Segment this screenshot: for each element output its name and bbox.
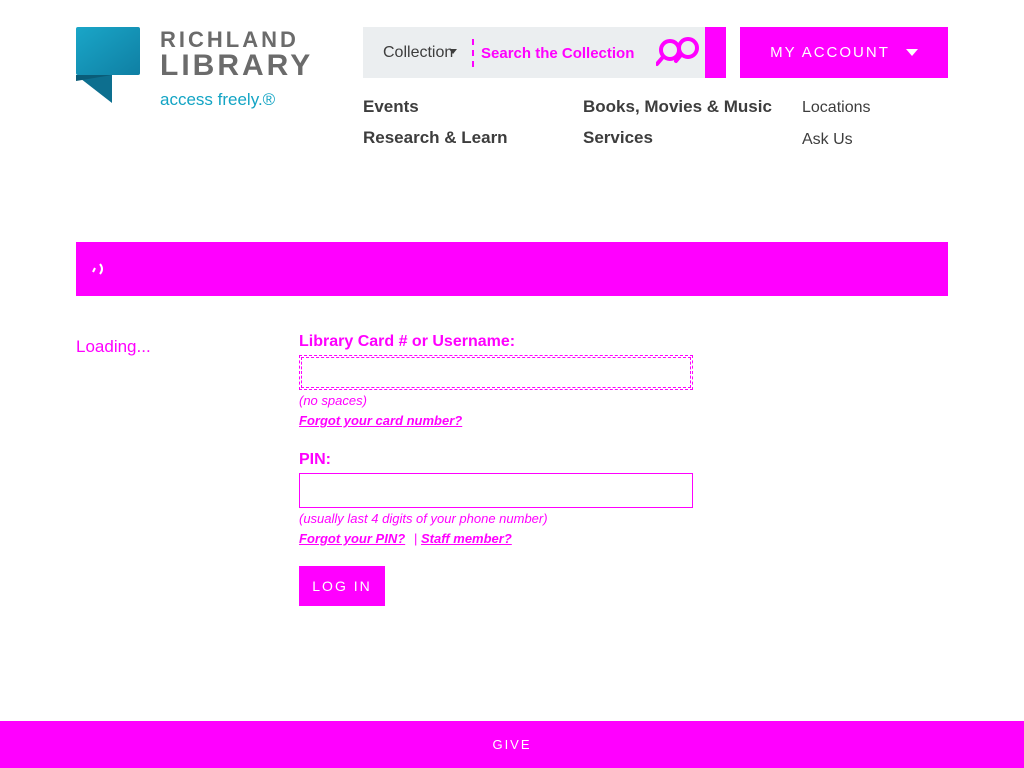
nav-books-movies-music[interactable]: Books, Movies & Music [583,97,772,117]
logo-name-line2: LIBRARY [160,49,314,82]
logo-mark-icon [76,27,140,103]
my-account-label: MY ACCOUNT [770,44,890,61]
chevron-down-icon [905,49,918,56]
forgot-card-link[interactable]: Forgot your card number? [299,413,462,428]
card-number-hint: (no spaces) [299,393,367,408]
banner-glyph-icon [92,263,103,275]
collection-caret-icon [449,49,457,54]
nav-research-learn[interactable]: Research & Learn [363,128,508,148]
search-divider [472,39,474,67]
collection-select[interactable]: Collection [383,44,453,62]
link-separator: | [414,531,418,546]
nav-locations[interactable]: Locations [802,99,871,117]
search-bar: Collection [363,27,726,78]
logo-tagline: access freely.® [160,90,276,109]
library-logo[interactable]: RICHLAND LIBRARY access freely.® [76,27,336,117]
nav-events[interactable]: Events [363,97,419,117]
staff-member-link[interactable]: Staff member? [421,531,512,546]
login-button[interactable]: LOG IN [299,566,385,606]
give-link[interactable]: GIVE [492,737,531,752]
pin-hint: (usually last 4 digits of your phone num… [299,511,548,526]
page-banner [76,242,948,296]
footer-bar: GIVE [0,721,1024,768]
nav-ask-us[interactable]: Ask Us [802,131,853,149]
pin-label: PIN: [299,451,331,468]
search-icon[interactable] [656,36,706,70]
card-number-input[interactable] [299,355,693,390]
loading-text: Loading... [76,337,151,356]
my-account-button[interactable]: MY ACCOUNT [740,27,948,78]
search-input[interactable] [481,38,651,68]
nav-services[interactable]: Services [583,128,653,148]
card-number-label: Library Card # or Username: [299,333,516,350]
search-submit-button[interactable] [705,27,726,78]
pin-input[interactable] [299,473,693,508]
forgot-pin-link[interactable]: Forgot your PIN? [299,531,405,546]
